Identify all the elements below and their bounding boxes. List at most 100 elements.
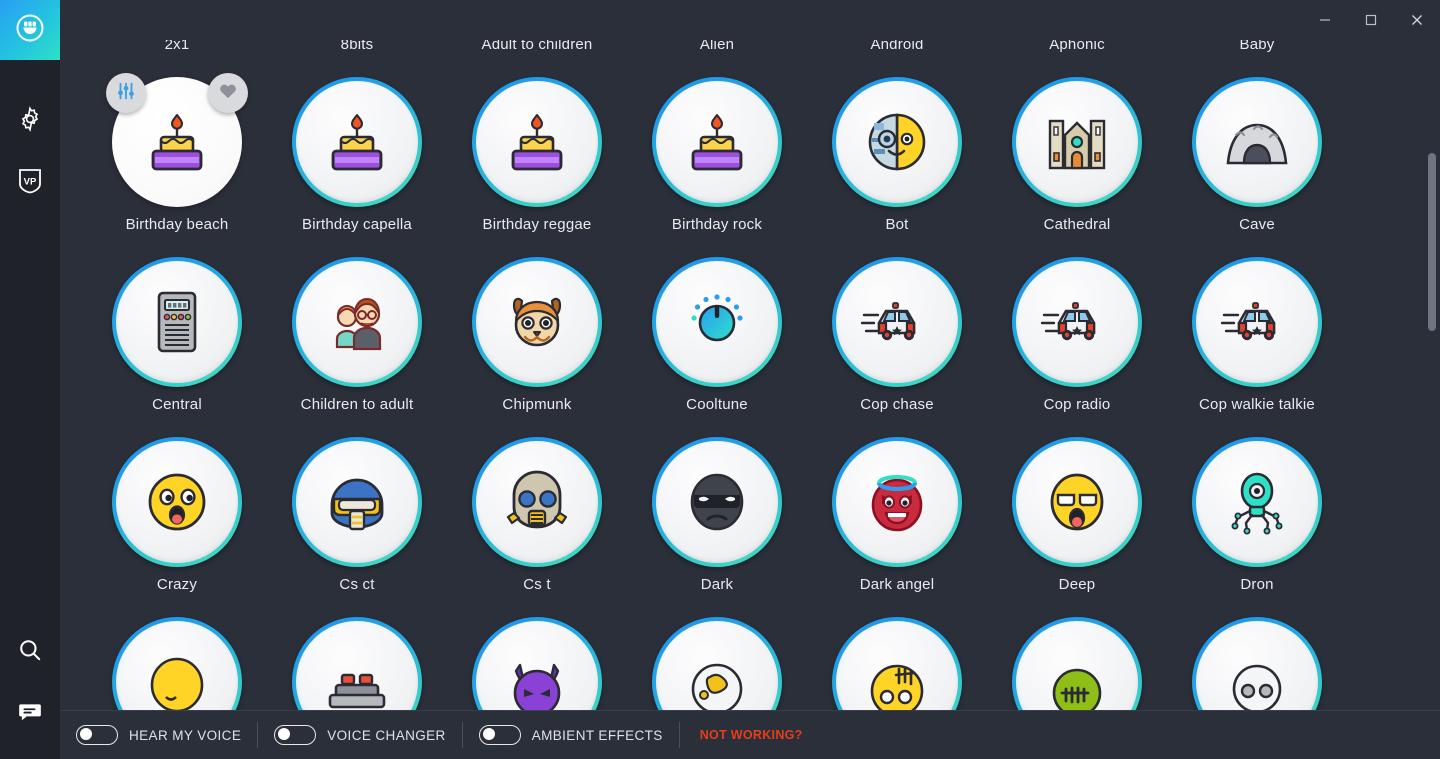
voice-avatar[interactable] [832,437,962,567]
voice-label: Children to adult [301,396,414,413]
ambient-effects-label: AMBIENT EFFECTS [532,728,663,743]
voice-favorite-button[interactable] [208,73,248,113]
voice-avatar[interactable] [112,437,242,567]
voice-tile[interactable]: Cs t [447,432,627,612]
voice-disc [296,261,418,383]
voice-disc [1196,81,1318,203]
voice-label: Birthday beach [126,216,229,233]
voice-tile[interactable]: Cooltune [627,252,807,432]
chipmunk-face-icon [500,285,574,359]
voice-tile[interactable]: Cop radio [987,252,1167,432]
hear-my-voice-label: HEAR MY VOICE [129,728,241,743]
voice-tile[interactable]: Cathedral [987,72,1167,252]
voice-avatar[interactable] [472,257,602,387]
close-button[interactable] [1394,4,1440,36]
voice-label: Dark angel [860,576,935,593]
sidebar-logo[interactable] [0,0,60,60]
toggle-group-voice-changer[interactable]: VOICE CHANGER [258,720,461,750]
voice-avatar[interactable] [112,257,242,387]
maximize-button[interactable] [1348,4,1394,36]
voice-disc [296,441,418,563]
voice-tile[interactable]: Bot [807,72,987,252]
robot-face-icon [860,105,934,179]
sidebar-item-chat[interactable] [0,683,60,745]
voice-tile[interactable]: Cop walkie talkie [1167,252,1347,432]
voice-avatar[interactable] [112,77,242,207]
voice-avatar[interactable] [292,257,422,387]
voice-disc [476,441,598,563]
voice-tile[interactable]: Cave [1167,72,1347,252]
yellow-scratch-face-icon [860,645,934,719]
yawning-face-icon [1040,465,1114,539]
astonished-face-icon [140,465,214,539]
voice-tile[interactable]: Deep [987,432,1167,612]
voice-avatar[interactable] [652,77,782,207]
voice-tile[interactable]: Dark angel [807,432,987,612]
scrollbar-thumb[interactable] [1428,153,1436,331]
heart-icon [218,81,238,106]
voice-tile[interactable]: Birthday beach [87,72,267,252]
hear-my-voice-toggle[interactable] [76,725,118,745]
scrollbar[interactable] [1424,40,1440,710]
close-icon [1410,13,1424,27]
sidebar-item-settings[interactable] [0,90,60,152]
minimize-button[interactable] [1302,4,1348,36]
voice-avatar[interactable] [652,257,782,387]
voice-tile[interactable]: Birthday capella [267,72,447,252]
police-car-icon [1040,285,1114,359]
white-sphere-icon [680,645,754,719]
two-people-icon [320,285,394,359]
voice-label: Birthday reggae [483,216,592,233]
voice-avatar[interactable] [1192,77,1322,207]
voice-tile[interactable]: Birthday rock [627,72,807,252]
cake-icon [140,105,214,179]
voice-label: Chipmunk [502,396,571,413]
sidebar-item-search[interactable] [0,621,60,683]
voice-avatar[interactable] [1012,437,1142,567]
voice-label: Cave [1239,216,1275,233]
voice-grid: 2x18bitsAdult to childrenAlienAndroidAph… [60,0,1440,759]
voice-tile[interactable]: Children to adult [267,252,447,432]
voice-tile[interactable]: Dron [1167,432,1347,612]
voice-changer-toggle[interactable] [274,725,316,745]
voice-label: Cs t [523,576,550,593]
voice-tile[interactable]: Dark [627,432,807,612]
voice-label: Cop chase [860,396,934,413]
voice-tile[interactable]: Chipmunk [447,252,627,432]
cake-icon [320,105,394,179]
voice-avatar[interactable] [832,77,962,207]
voice-avatar[interactable] [1012,257,1142,387]
voice-avatar[interactable] [652,437,782,567]
voice-avatar[interactable] [292,437,422,567]
toggle-knob [80,728,92,740]
police-car-icon [860,285,934,359]
voice-disc [296,81,418,203]
voice-avatar[interactable] [1192,257,1322,387]
voice-tile[interactable]: Cop chase [807,252,987,432]
masked-face-icon [680,465,754,539]
knob-dial-icon [680,285,754,359]
voice-tweak-button[interactable] [106,73,146,113]
voice-disc [836,261,958,383]
vp-badge-icon: VP [17,167,43,200]
voice-tile[interactable]: Cs ct [267,432,447,612]
bottom-toolbar: HEAR MY VOICE VOICE CHANGER AMBIENT EFFE… [60,710,1440,759]
toggle-group-ambient-effects[interactable]: AMBIENT EFFECTS [463,720,679,750]
title-bar [60,0,1440,40]
voice-avatar[interactable] [1192,437,1322,567]
voice-avatar[interactable] [1012,77,1142,207]
toggle-group-hear-my-voice[interactable]: HEAR MY VOICE [60,720,257,750]
voice-avatar[interactable] [292,77,422,207]
voice-tile[interactable]: Central [87,252,267,432]
not-working-link[interactable]: NOT WORKING? [680,728,803,742]
voice-tile[interactable]: Birthday reggae [447,72,627,252]
voice-avatar[interactable] [472,437,602,567]
ambient-effects-toggle[interactable] [479,725,521,745]
voice-label: Cop walkie talkie [1199,396,1315,413]
voice-disc [836,441,958,563]
voice-avatar[interactable] [472,77,602,207]
chat-icon [17,699,43,730]
sidebar-item-voicelab[interactable]: VP [0,152,60,214]
voice-tile[interactable]: Crazy [87,432,267,612]
voice-avatar[interactable] [832,257,962,387]
